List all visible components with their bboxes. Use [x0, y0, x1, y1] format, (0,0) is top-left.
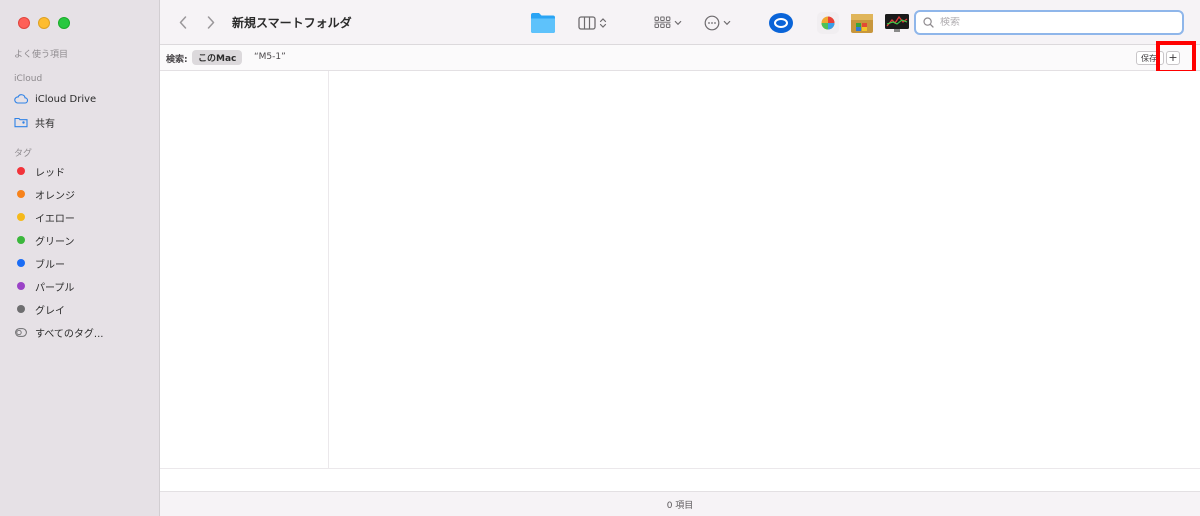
sidebar-tag-red[interactable]: レッド: [14, 161, 154, 181]
results-area[interactable]: [160, 71, 1200, 491]
red-tag-icon: [17, 167, 25, 175]
search-input[interactable]: [940, 17, 1160, 28]
chevron-right-icon: [207, 15, 215, 29]
minimize-window-button[interactable]: [38, 17, 50, 29]
more-icon: [704, 15, 720, 31]
chevron-down-icon: [723, 20, 731, 26]
search-scope-bar: 検索: このMac “M5-1” 保存 +: [160, 41, 1200, 74]
sidebar-item-label: オレンジ: [35, 190, 75, 202]
forward-button[interactable]: [202, 12, 220, 32]
sidebar-tag-gray[interactable]: グレイ: [14, 299, 154, 319]
app-shortcut-blue-ring-icon[interactable]: [768, 11, 794, 35]
app-shortcut-color-wheel-icon[interactable]: [816, 11, 840, 35]
search-term[interactable]: “M5-1”: [254, 52, 286, 62]
action-button[interactable]: [704, 11, 731, 35]
status-bar: 0 項目: [160, 491, 1200, 516]
add-criteria-button[interactable]: +: [1166, 51, 1180, 65]
favorites-header: よく使う項目: [14, 50, 69, 60]
sidebar-item-shared[interactable]: 共有: [14, 112, 154, 132]
column-view-icon: [578, 16, 596, 30]
sidebar-item-label: グレイ: [35, 305, 65, 317]
zoom-window-button[interactable]: [58, 17, 70, 29]
scope-this-mac-button[interactable]: このMac: [192, 50, 243, 65]
blue-tag-icon: [17, 259, 25, 267]
sidebar-item-label: グリーン: [35, 236, 75, 248]
group-button[interactable]: [654, 11, 682, 35]
purple-tag-icon: [17, 282, 25, 290]
sidebar-item-label: パープル: [35, 282, 75, 294]
column-divider[interactable]: [328, 71, 329, 468]
app-shortcut-archive-icon[interactable]: [849, 11, 875, 35]
app-shortcut-monitor-icon[interactable]: [884, 11, 910, 35]
shared-folder-icon: [14, 115, 28, 129]
sidebar-tag-orange[interactable]: オレンジ: [14, 184, 154, 204]
sidebar-item-label: すべてのタグ...: [35, 328, 104, 340]
sidebar-tag-yellow[interactable]: イエロー: [14, 207, 154, 227]
search-field[interactable]: [914, 10, 1184, 35]
save-search-button[interactable]: 保存: [1136, 51, 1164, 65]
back-button[interactable]: [174, 12, 192, 32]
sidebar-tag-green[interactable]: グリーン: [14, 230, 154, 250]
orange-tag-icon: [17, 190, 25, 198]
icloud-header: iCloud: [14, 74, 43, 84]
sidebar-item-label: ブルー: [35, 259, 65, 271]
sidebar-all-tags[interactable]: すべてのタグ...: [14, 322, 154, 342]
tags-header: タグ: [14, 149, 33, 159]
sidebar-item-icloud-drive[interactable]: iCloud Drive: [14, 89, 154, 109]
sidebar-item-label: iCloud Drive: [35, 93, 97, 105]
toolbar: 新規スマートフォルダ: [160, 0, 1200, 45]
search-icon: [923, 17, 934, 28]
item-count: 0 項目: [666, 500, 694, 511]
sidebar-item-label: レッド: [35, 167, 65, 179]
window-title: 新規スマートフォルダ: [232, 16, 352, 30]
sidebar-tag-purple[interactable]: パープル: [14, 276, 154, 296]
close-window-button[interactable]: [18, 17, 30, 29]
sidebar: よく使う項目 iCloud iCloud Drive 共有 タグ レッド オレン…: [0, 0, 160, 516]
tag-outline-icon: [14, 325, 28, 339]
chevron-down-icon: [674, 20, 682, 26]
chevron-updown-icon: [599, 18, 607, 28]
preview-divider: [160, 468, 1200, 469]
sidebar-item-label: 共有: [35, 118, 55, 130]
finder-window: よく使う項目 iCloud iCloud Drive 共有 タグ レッド オレン…: [0, 0, 1200, 516]
window-controls: [18, 17, 70, 29]
gray-tag-icon: [17, 305, 25, 313]
view-options-button[interactable]: [578, 11, 607, 35]
search-scope-label: 検索:: [166, 55, 188, 65]
group-icon: [654, 16, 671, 28]
sidebar-tag-blue[interactable]: ブルー: [14, 253, 154, 273]
chevron-left-icon: [179, 15, 187, 29]
green-tag-icon: [17, 236, 25, 244]
cloud-icon: [14, 92, 28, 106]
yellow-tag-icon: [17, 213, 25, 221]
sidebar-item-label: イエロー: [35, 213, 75, 225]
folder-icon[interactable]: [530, 11, 556, 35]
